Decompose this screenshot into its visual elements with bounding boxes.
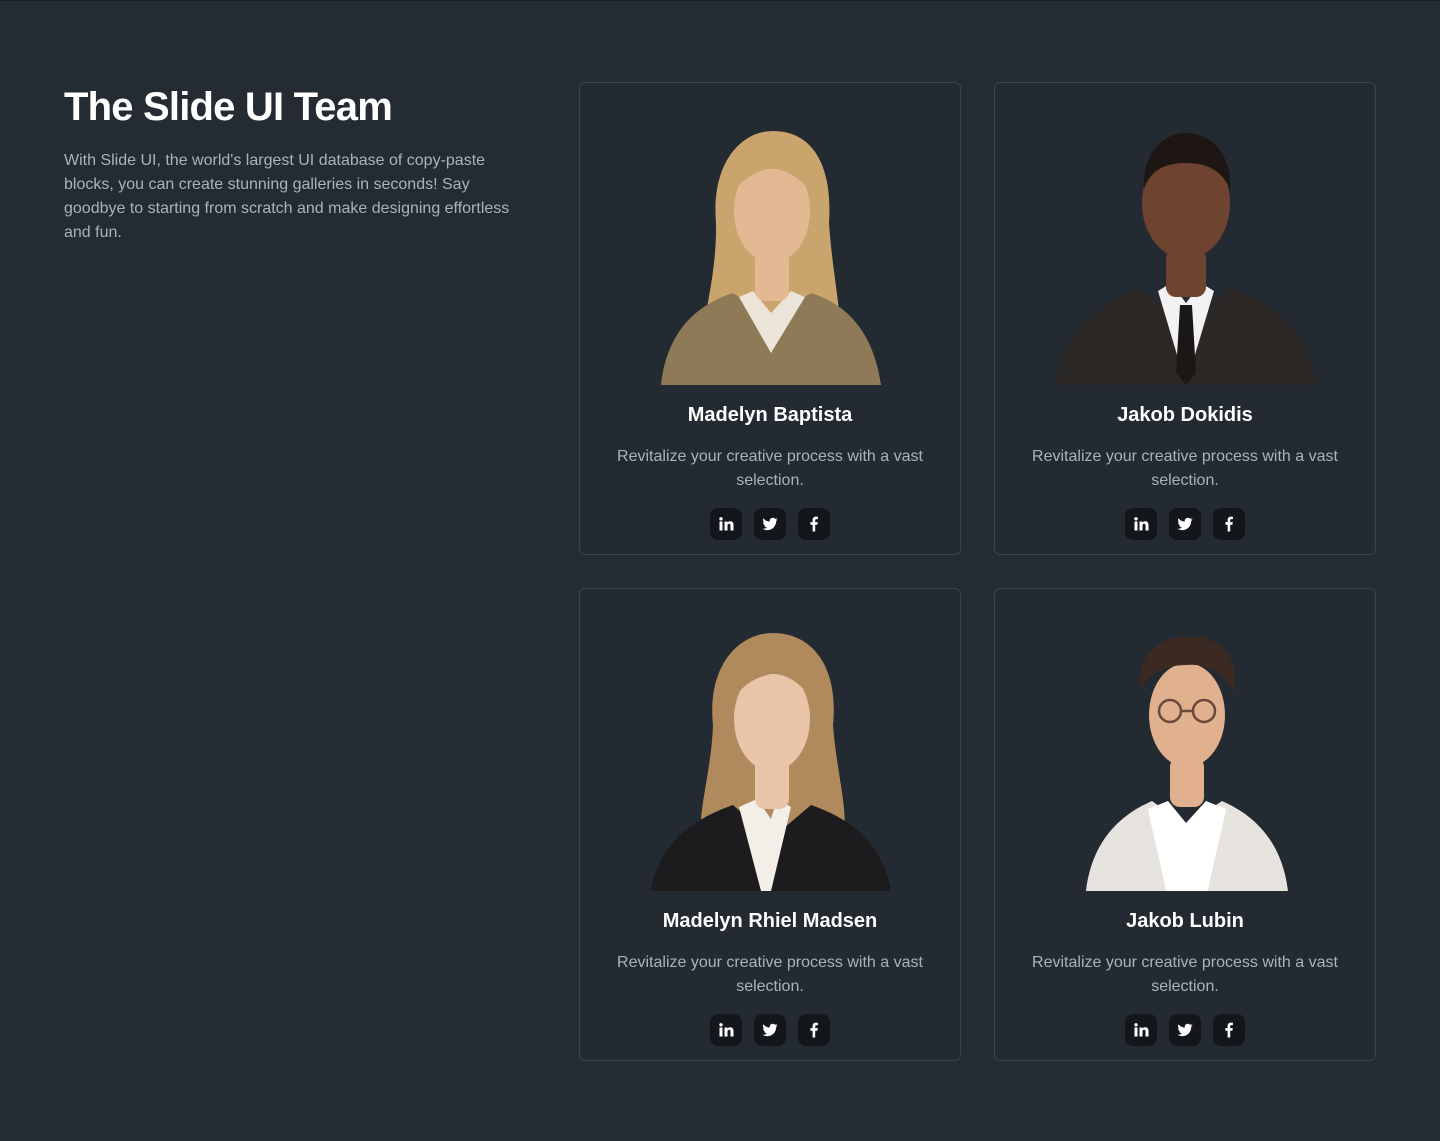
twitter-button[interactable] xyxy=(754,1014,786,1046)
portrait-illustration xyxy=(1086,636,1288,891)
facebook-button[interactable] xyxy=(1213,508,1245,540)
team-card: Madelyn Baptista Revitalize your creativ… xyxy=(579,82,961,555)
member-description: Revitalize your creative process with a … xyxy=(1032,954,1338,995)
facebook-button[interactable] xyxy=(798,508,830,540)
social-links xyxy=(580,508,960,540)
team-grid: Madelyn Baptista Revitalize your creativ… xyxy=(579,82,1376,1061)
member-name: Jakob Dokidis xyxy=(1117,404,1253,426)
team-section: The Slide UI Team With Slide UI, the wor… xyxy=(0,0,1440,1141)
member-description: Revitalize your creative process with a … xyxy=(617,954,923,995)
team-card: Jakob Lubin Revitalize your creative pro… xyxy=(994,588,1376,1061)
member-photo xyxy=(1036,123,1336,385)
team-card: Jakob Dokidis Revitalize your creative p… xyxy=(994,82,1376,555)
twitter-icon xyxy=(1177,517,1193,531)
portrait-illustration xyxy=(651,633,891,891)
linkedin-button[interactable] xyxy=(1125,508,1157,540)
member-name: Madelyn Baptista xyxy=(687,404,853,426)
facebook-icon xyxy=(1225,516,1233,532)
facebook-button[interactable] xyxy=(1213,1014,1245,1046)
member-description: Revitalize your creative process with a … xyxy=(617,448,923,489)
member-photo xyxy=(1036,629,1336,891)
team-card: Madelyn Rhiel Madsen Revitalize your cre… xyxy=(579,588,961,1061)
facebook-icon xyxy=(810,1022,818,1038)
linkedin-icon xyxy=(1134,517,1149,531)
twitter-icon xyxy=(1177,1023,1193,1037)
page-description: With Slide UI, the world's largest UI da… xyxy=(64,152,510,241)
member-name: Madelyn Rhiel Madsen xyxy=(662,910,878,932)
social-links xyxy=(995,508,1375,540)
twitter-button[interactable] xyxy=(754,508,786,540)
social-links xyxy=(995,1014,1375,1046)
linkedin-icon xyxy=(1134,1023,1149,1037)
linkedin-button[interactable] xyxy=(710,508,742,540)
member-photo xyxy=(621,629,921,891)
twitter-button[interactable] xyxy=(1169,1014,1201,1046)
facebook-button[interactable] xyxy=(798,1014,830,1046)
linkedin-icon xyxy=(719,1023,734,1037)
member-photo xyxy=(621,123,921,385)
page-title: The Slide UI Team xyxy=(64,85,393,129)
twitter-icon xyxy=(762,517,778,531)
member-description: Revitalize your creative process with a … xyxy=(1032,448,1338,489)
portrait-illustration xyxy=(661,131,881,385)
linkedin-button[interactable] xyxy=(710,1014,742,1046)
social-links xyxy=(580,1014,960,1046)
facebook-icon xyxy=(1225,1022,1233,1038)
twitter-button[interactable] xyxy=(1169,508,1201,540)
linkedin-button[interactable] xyxy=(1125,1014,1157,1046)
twitter-icon xyxy=(762,1023,778,1037)
portrait-illustration xyxy=(1056,133,1316,385)
linkedin-icon xyxy=(719,517,734,531)
member-name: Jakob Lubin xyxy=(1126,910,1244,932)
team-intro: The Slide UI Team With Slide UI, the wor… xyxy=(64,81,524,245)
facebook-icon xyxy=(810,516,818,532)
